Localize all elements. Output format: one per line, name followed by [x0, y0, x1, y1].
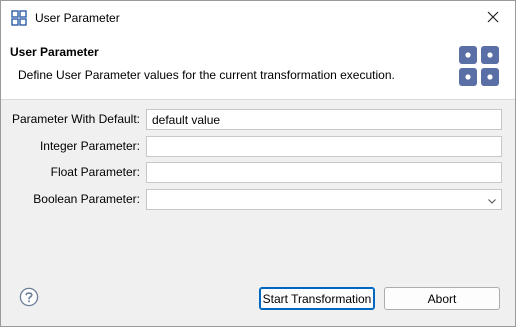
close-button[interactable] — [471, 1, 515, 35]
chevron-down-icon — [487, 195, 497, 205]
window-title: User Parameter — [35, 11, 120, 25]
banner-description: Define User Parameter values for the cur… — [18, 68, 395, 82]
parameter-grid-icon — [459, 46, 499, 86]
help-icon[interactable] — [19, 287, 39, 307]
parameter-with-default-label: Parameter With Default: — [11, 112, 140, 126]
title-bar: User Parameter — [1, 1, 515, 35]
integer-parameter-input[interactable] — [146, 136, 502, 157]
user-parameter-dialog: User Parameter User Parameter Define Use… — [0, 0, 516, 327]
close-icon — [487, 11, 499, 26]
form-row-integer-parameter: Integer Parameter: — [1, 136, 515, 157]
parameter-with-default-input[interactable] — [146, 109, 502, 130]
header-banner: User Parameter Define User Parameter val… — [1, 35, 515, 100]
float-parameter-label: Float Parameter: — [50, 165, 140, 179]
boolean-parameter-label: Boolean Parameter: — [33, 192, 140, 206]
form-row-float-parameter: Float Parameter: — [1, 162, 515, 183]
boolean-parameter-select[interactable] — [146, 189, 502, 210]
abort-button[interactable]: Abort — [384, 287, 500, 310]
banner-title: User Parameter — [10, 45, 99, 59]
float-parameter-input[interactable] — [146, 162, 502, 183]
integer-parameter-label: Integer Parameter: — [39, 139, 140, 153]
form-row-boolean-parameter: Boolean Parameter: — [1, 189, 515, 210]
form-row-parameter-with-default: Parameter With Default: — [1, 109, 515, 130]
grid-icon — [11, 10, 27, 26]
start-transformation-button[interactable]: Start Transformation — [259, 287, 375, 310]
